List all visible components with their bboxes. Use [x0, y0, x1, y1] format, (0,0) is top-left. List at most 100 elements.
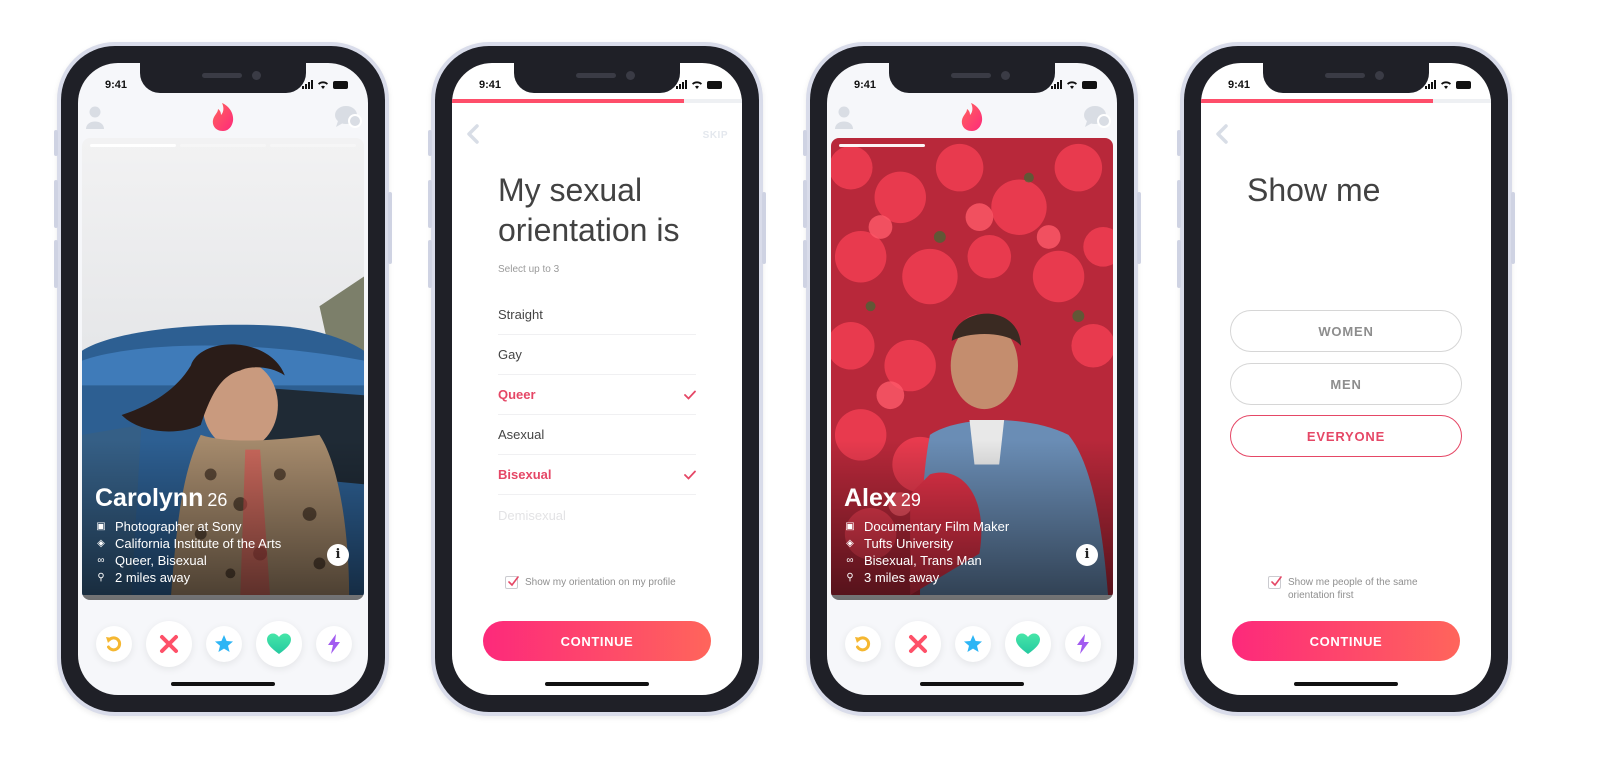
status-icons	[676, 80, 722, 89]
notch	[889, 63, 1055, 93]
graduation-cap-icon: ◈	[97, 537, 105, 549]
boost-button[interactable]	[1065, 626, 1101, 662]
men-option[interactable]: MEN	[1230, 363, 1462, 405]
user-icon[interactable]	[835, 105, 853, 129]
rewind-button[interactable]	[96, 626, 132, 662]
briefcase-icon: ▣	[96, 520, 106, 532]
nope-button[interactable]	[895, 621, 941, 667]
home-indicator	[171, 682, 275, 686]
progress-fill	[452, 99, 684, 103]
star-icon	[215, 635, 233, 652]
skip-button[interactable]: SKIP	[703, 130, 728, 141]
continue-button[interactable]: CONTINUE	[1232, 621, 1460, 661]
continue-button[interactable]: CONTINUE	[483, 621, 711, 661]
battery-icon	[707, 81, 722, 89]
info-button[interactable]: i	[327, 544, 349, 566]
rewind-button[interactable]	[845, 626, 881, 662]
nope-button[interactable]	[146, 621, 192, 667]
page-title: My sexual orientation is	[498, 170, 679, 250]
checkmark-icon	[508, 576, 519, 587]
women-option[interactable]: WOMEN	[1230, 310, 1462, 352]
flame-logo-icon[interactable]	[960, 103, 984, 131]
profile-distance: 2 miles away	[115, 570, 191, 585]
phone-frame-1: 9:41 Carolynn 26 ▣ Photographer at Sony …	[54, 42, 392, 716]
user-icon[interactable]	[86, 105, 104, 129]
power-button	[762, 192, 766, 264]
checkbox-label-line-2: orientation first	[1288, 590, 1354, 601]
home-indicator	[1294, 682, 1398, 686]
profile-job: Photographer at Sony	[115, 519, 242, 534]
profile-school: Tufts University	[864, 536, 954, 551]
screen-show-me: 9:41 Show me WOMEN MEN EVERYONE Show me …	[1201, 63, 1491, 695]
checkbox-label-line-1: Show me people of the same	[1288, 577, 1418, 588]
signal-icon	[676, 80, 687, 89]
option-queer[interactable]: Queer	[498, 375, 696, 415]
action-bar	[78, 616, 368, 672]
status-icons	[1051, 80, 1097, 89]
signal-icon	[302, 80, 313, 89]
volume-up-button	[428, 180, 432, 228]
option-label: Queer	[498, 387, 536, 402]
option-asexual[interactable]: Asexual	[498, 415, 696, 455]
chat-icon[interactable]	[334, 105, 362, 129]
option-demisexual[interactable]: Demisexual	[498, 495, 696, 535]
same-orientation-checkbox-row[interactable]: Show me people of the same orientation fi…	[1268, 576, 1418, 602]
volume-up-button	[803, 180, 807, 228]
progress-fill	[1201, 99, 1433, 103]
show-orientation-checkbox[interactable]	[505, 576, 519, 589]
top-nav	[78, 103, 368, 135]
battery-icon	[333, 81, 348, 89]
profile-age: 29	[900, 490, 921, 510]
super-like-button[interactable]	[955, 626, 991, 662]
profile-distance: 3 miles away	[864, 570, 940, 585]
phone-frame-4: 9:41 Show me WOMEN MEN EVERYONE Show me …	[1177, 42, 1515, 716]
flame-logo-icon[interactable]	[211, 103, 235, 131]
everyone-option[interactable]: EVERYONE	[1230, 415, 1462, 457]
power-button	[1137, 192, 1141, 264]
signal-icon	[1425, 80, 1436, 89]
person-icon: ∞	[97, 554, 105, 566]
action-bar	[827, 616, 1117, 672]
screen-profile-alex: 9:41 Alex 29 ▣ Documentary Film Maker ◈ …	[827, 63, 1117, 695]
boost-button[interactable]	[316, 626, 352, 662]
option-label: Asexual	[498, 427, 545, 442]
signal-icon	[1051, 80, 1062, 89]
back-chevron-icon[interactable]	[464, 123, 482, 145]
battery-icon	[1456, 81, 1471, 89]
profile-school: California Institute of the Arts	[115, 536, 282, 551]
info-button[interactable]: i	[1076, 544, 1098, 566]
chat-icon[interactable]	[1083, 105, 1111, 129]
progress-bar	[1201, 99, 1491, 103]
volume-up-button	[54, 180, 58, 228]
lightning-icon	[1077, 634, 1089, 654]
super-like-button[interactable]	[206, 626, 242, 662]
location-pin-icon: ⚲	[846, 571, 854, 583]
profile-name: Carolynn	[95, 484, 204, 512]
orientation-list: Straight Gay Queer Asexual Bisexual Demi…	[498, 295, 696, 535]
power-button	[1511, 192, 1515, 264]
graduation-cap-icon: ◈	[846, 537, 854, 549]
back-chevron-icon[interactable]	[1213, 123, 1231, 145]
rewind-icon	[106, 636, 122, 652]
title-line-2: orientation is	[498, 212, 680, 248]
heart-icon	[1016, 633, 1040, 654]
screen-orientation: 9:41 SKIP My sexual orientation is Selec…	[452, 63, 742, 695]
option-label: Straight	[498, 307, 543, 322]
volume-down-button	[54, 240, 58, 288]
notch	[514, 63, 680, 93]
option-straight[interactable]: Straight	[498, 295, 696, 335]
show-orientation-checkbox-row[interactable]: Show my orientation on my profile	[505, 576, 676, 589]
like-button[interactable]	[1005, 621, 1051, 667]
same-orientation-checkbox[interactable]	[1268, 576, 1282, 589]
mute-switch	[428, 130, 432, 156]
option-bisexual[interactable]: Bisexual	[498, 455, 696, 495]
person-icon: ∞	[846, 554, 854, 566]
like-button[interactable]	[256, 621, 302, 667]
profile-job: Documentary Film Maker	[864, 519, 1010, 534]
wifi-icon	[1441, 81, 1451, 89]
profile-card[interactable]: Alex 29 ▣ Documentary Film Maker ◈ Tufts U…	[831, 138, 1113, 600]
option-gay[interactable]: Gay	[498, 335, 696, 375]
profile-card[interactable]: Carolynn 26 ▣ Photographer at Sony ◈ Calif…	[82, 138, 364, 600]
profile-orientation: Bisexual, Trans Man	[864, 553, 982, 568]
mute-switch	[1177, 130, 1181, 156]
